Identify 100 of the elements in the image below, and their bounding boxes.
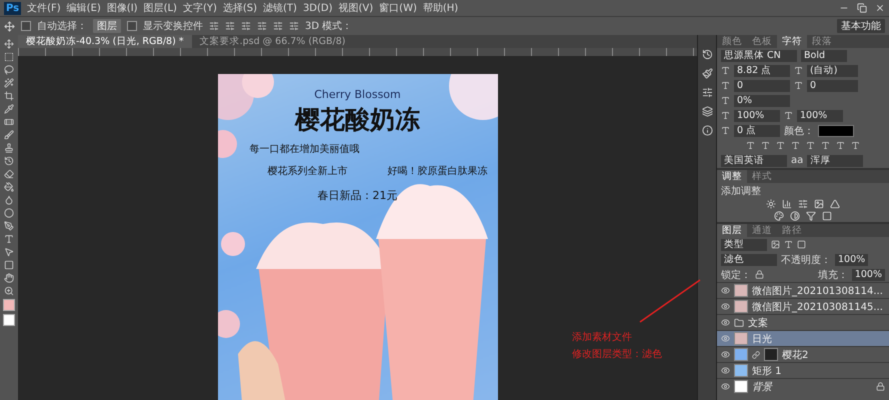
- target-dropdown[interactable]: 图层: [93, 19, 121, 33]
- auto-select-checkbox[interactable]: [21, 21, 31, 31]
- auto-select-label: 自动选择：: [37, 20, 87, 33]
- panel-tab[interactable]: 色板: [747, 35, 777, 48]
- layer-name: 日光: [752, 332, 772, 346]
- panel-tab[interactable]: 颜色: [717, 35, 747, 48]
- text-style-icon: [791, 141, 800, 150]
- menu-item[interactable]: 图层(L): [144, 1, 177, 15]
- crop-tool-icon: [4, 91, 14, 101]
- panel-tab[interactable]: 调整: [717, 170, 747, 183]
- move-tool-icon: [4, 20, 15, 32]
- layer-row[interactable]: 樱花2: [717, 346, 889, 362]
- layer-row[interactable]: 微信图片_202103081145...: [717, 298, 889, 314]
- visibility-icon[interactable]: [721, 382, 730, 391]
- panel-tab[interactable]: 样式: [747, 170, 777, 183]
- show-transform-checkbox[interactable]: [127, 21, 137, 31]
- document-tab[interactable]: 樱花酸奶冻-40.3% (日光, RGB/8) *: [18, 35, 192, 48]
- text-style-icon: [821, 141, 830, 150]
- 3d-mode-label: 3D 模式：: [305, 20, 352, 33]
- text-style-icon: [761, 141, 770, 150]
- text-style-icon: [746, 141, 755, 150]
- foreground-color-swatch[interactable]: [3, 299, 15, 311]
- vertical-scale-field[interactable]: 100%: [734, 110, 780, 122]
- annotation-text: 修改图层类型：滤色: [572, 348, 662, 361]
- tracking-field[interactable]: 0: [807, 80, 858, 92]
- layer-row[interactable]: 微信图片_202101308114...: [717, 282, 889, 298]
- visibility-icon[interactable]: [721, 366, 730, 375]
- visibility-icon[interactable]: [721, 302, 730, 311]
- layer-filter-dropdown[interactable]: 类型: [721, 238, 767, 250]
- layer-name: 微信图片_202103081145...: [752, 300, 883, 314]
- contrast-icon: [790, 211, 800, 221]
- marquee-tool-icon: [4, 52, 14, 62]
- lasso-tool-icon: [4, 65, 14, 75]
- layer-name: 文案: [748, 316, 768, 330]
- blend-mode-dropdown[interactable]: 滤色: [721, 254, 777, 266]
- panel-tab[interactable]: 路径: [777, 224, 807, 237]
- poster-price: 春日新品：21元: [318, 188, 398, 203]
- proportional-spacing-field[interactable]: 0%: [734, 94, 790, 106]
- lock-label: 锁定：: [721, 268, 751, 282]
- menu-item[interactable]: 编辑(E): [66, 1, 101, 15]
- fill-field[interactable]: 100%: [852, 268, 885, 280]
- background-color-swatch[interactable]: [3, 314, 15, 326]
- visibility-icon[interactable]: [721, 286, 730, 295]
- font-style-field[interactable]: Bold: [801, 50, 847, 62]
- panel-tab[interactable]: 段落: [807, 35, 837, 48]
- hue-icon: [774, 211, 784, 221]
- menu-item[interactable]: 文字(Y): [182, 1, 217, 15]
- baseline-shift-field[interactable]: 0 点: [734, 124, 780, 136]
- menu-item[interactable]: 3D(D): [302, 2, 333, 14]
- history-icon: [702, 49, 712, 60]
- brush-tool-icon: [4, 130, 14, 140]
- layer-row[interactable]: 日光: [717, 330, 889, 346]
- magic-wand-icon: [4, 78, 14, 88]
- leading-field[interactable]: (自动): [807, 64, 858, 76]
- brightness-icon: [766, 199, 776, 209]
- anti-alias-field[interactable]: 浑厚: [807, 154, 864, 166]
- kerning-field[interactable]: 0: [734, 80, 790, 92]
- layer-name: 矩形 1: [752, 364, 782, 378]
- opacity-label: 不透明度：: [781, 254, 831, 266]
- layer-name: 背景: [752, 380, 772, 394]
- paint-bucket-icon: [4, 182, 14, 192]
- menu-item[interactable]: 窗口(W): [379, 1, 417, 15]
- layer-thumbnail: [734, 300, 748, 313]
- menu-item[interactable]: 图像(I): [106, 1, 138, 15]
- visibility-icon[interactable]: [721, 350, 730, 359]
- font-family-field[interactable]: 思源黑体 CN: [721, 50, 797, 62]
- layer-row[interactable]: 矩形 1: [717, 362, 889, 378]
- layer-name: 微信图片_202101308114...: [752, 284, 883, 298]
- app-logo: Ps: [4, 2, 22, 14]
- poster-tagline: 每一口都在增加美丽值哦: [250, 142, 360, 156]
- language-field[interactable]: 美国英语: [721, 154, 787, 166]
- menu-item[interactable]: 文件(F): [27, 1, 61, 15]
- visibility-icon[interactable]: [721, 318, 730, 327]
- menu-item[interactable]: 帮助(H): [422, 1, 458, 15]
- menu-item[interactable]: 选择(S): [222, 1, 258, 15]
- photo-filter-icon: [806, 211, 816, 221]
- panel-tab[interactable]: 通道: [747, 224, 777, 237]
- menu-item[interactable]: 视图(V): [338, 1, 374, 15]
- hand-tool-icon: [4, 273, 14, 283]
- show-transform-label: 显示变换控件: [143, 20, 203, 33]
- horizontal-scale-field[interactable]: 100%: [797, 110, 843, 122]
- menu-item[interactable]: 滤镜(T): [263, 1, 297, 15]
- layer-thumbnail: [734, 380, 748, 393]
- visibility-icon[interactable]: [721, 334, 730, 343]
- layer-thumbnail: [734, 332, 748, 345]
- add-adjustment-label: 添加调整: [721, 184, 761, 198]
- text-color-swatch[interactable]: [818, 124, 854, 136]
- stamp-tool-icon: [4, 143, 14, 153]
- layer-name: 樱花2: [782, 348, 808, 362]
- eraser-icon: [4, 169, 14, 179]
- font-size-field[interactable]: 8.82 点: [734, 64, 790, 76]
- layer-row[interactable]: 背景: [717, 378, 889, 394]
- workspace-dropdown[interactable]: 基本功能: [837, 19, 885, 33]
- restore-icon: [857, 3, 867, 13]
- properties-icon: [702, 87, 712, 98]
- panel-tab[interactable]: 字符: [777, 35, 807, 48]
- zoom-icon: [4, 286, 14, 296]
- shape-filter-icon: [797, 240, 806, 249]
- opacity-field[interactable]: 100%: [835, 254, 868, 266]
- panel-tab[interactable]: 图层: [717, 224, 747, 237]
